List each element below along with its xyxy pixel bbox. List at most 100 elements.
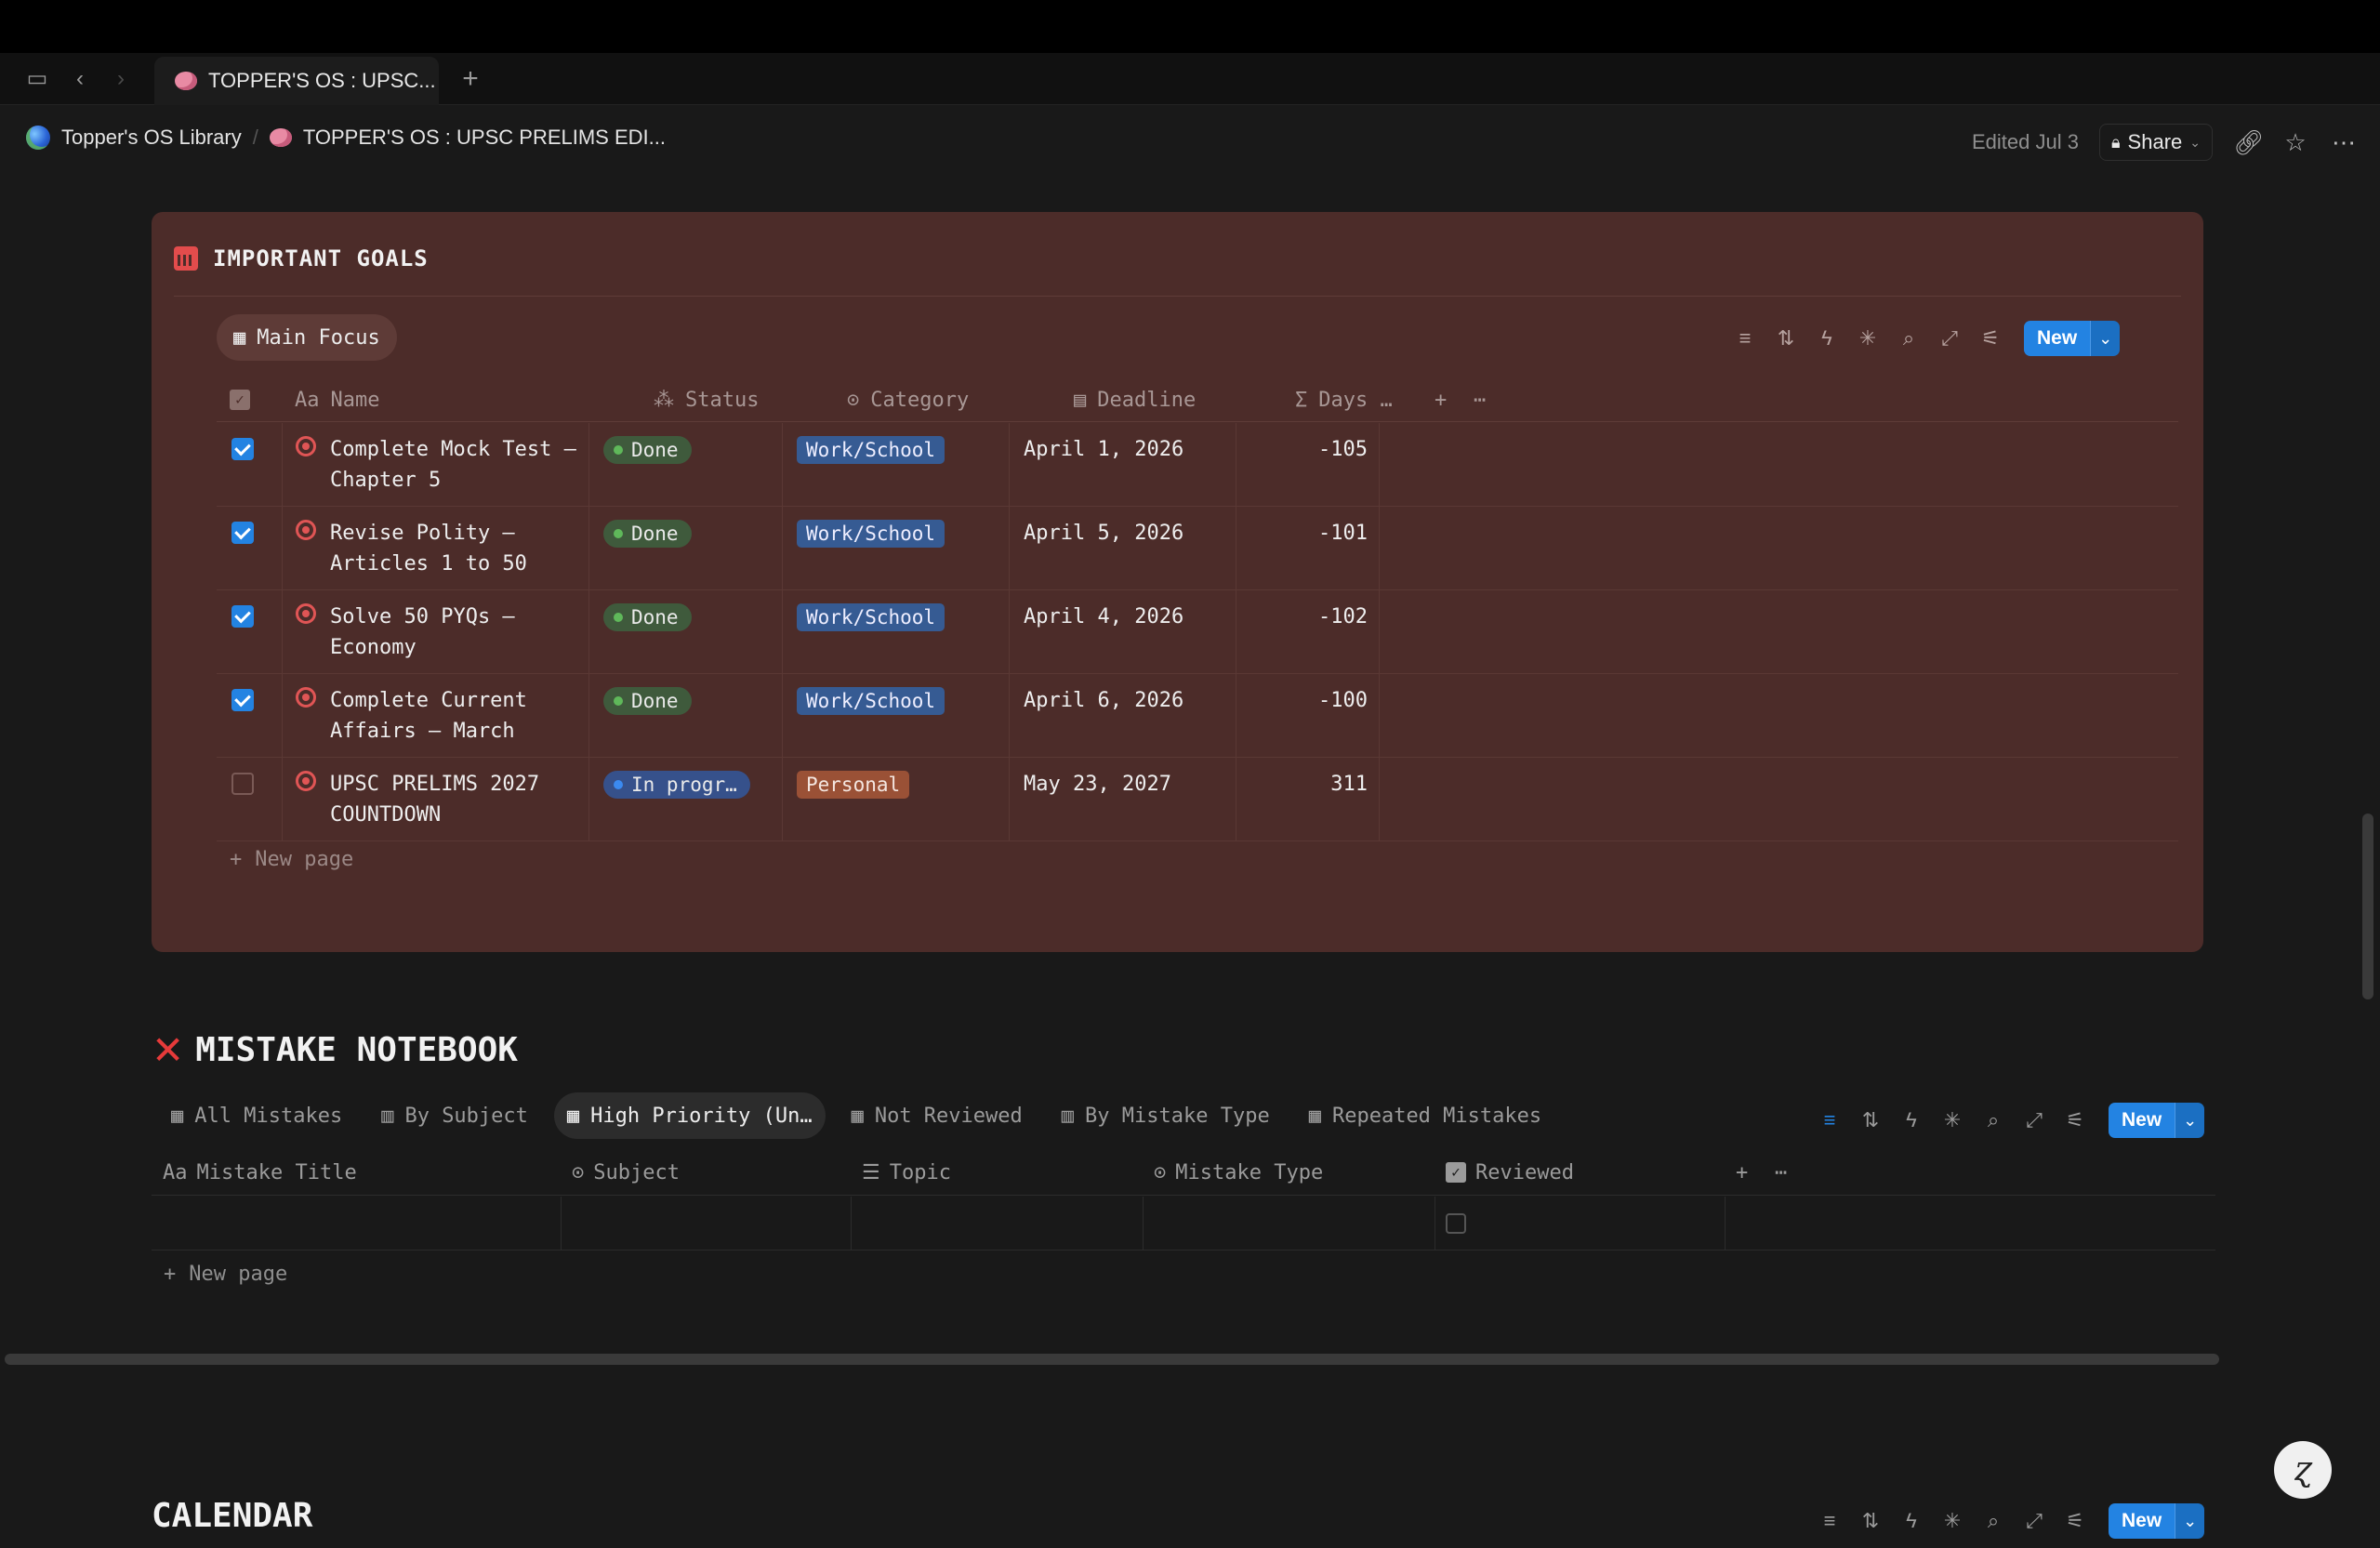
table-row[interactable]: Complete Mock Test — Chapter 5 Done Work/S… xyxy=(217,423,2178,507)
chevron-down-icon[interactable]: ⌄ xyxy=(2175,1503,2205,1539)
view-tab[interactable]: ▥ By Mistake Type xyxy=(1049,1092,1283,1139)
table-row[interactable] xyxy=(152,1197,2215,1250)
goal-name[interactable]: Complete Current Affairs — March xyxy=(330,685,600,747)
column-mistake-type[interactable]: ⊙ Mistake Type xyxy=(1154,1149,1323,1196)
sparkle-icon[interactable]: ✳ xyxy=(1939,1508,1965,1534)
add-column-icon[interactable]: + xyxy=(1736,1149,1748,1196)
goal-name[interactable]: UPSC PRELIMS 2027 COUNTDOWN xyxy=(330,769,600,830)
new-button[interactable]: New ⌄ xyxy=(2109,1103,2205,1138)
star-icon[interactable]: ☆ xyxy=(2281,128,2309,156)
chevron-down-icon[interactable]: ⌄ xyxy=(2175,1103,2205,1138)
filter-icon[interactable]: ≡ xyxy=(1817,1508,1843,1534)
row-checkbox[interactable] xyxy=(231,689,254,711)
column-topic[interactable]: ☰ Topic xyxy=(862,1149,951,1196)
sort-icon[interactable]: ⇅ xyxy=(1858,1508,1884,1534)
table-row[interactable]: UPSC PRELIMS 2027 COUNTDOWN In progr… Pers… xyxy=(217,758,2178,841)
category-cell[interactable]: Work/School xyxy=(782,590,1009,674)
view-tab[interactable]: ▦ Repeated Mistakes xyxy=(1296,1092,1554,1139)
add-column-icon[interactable]: + xyxy=(1435,377,1447,422)
category-cell[interactable]: Work/School xyxy=(782,507,1009,590)
category-cell[interactable]: Personal xyxy=(782,758,1009,841)
row-checkbox[interactable] xyxy=(231,773,254,795)
deadline-cell[interactable]: May 23, 2027 xyxy=(1009,758,1236,841)
table-row[interactable]: Complete Current Affairs — March Done Work… xyxy=(217,674,2178,758)
breadcrumb-page[interactable]: TOPPER'S OS : UPSC PRELIMS EDI... xyxy=(303,126,666,150)
row-checkbox[interactable] xyxy=(231,438,254,460)
cell-divider xyxy=(282,590,283,674)
search-icon[interactable]: ⌕ xyxy=(1980,1508,2006,1534)
column-reviewed[interactable]: ✓ Reviewed xyxy=(1446,1149,1574,1196)
deadline-cell[interactable]: April 6, 2026 xyxy=(1009,674,1236,758)
view-tab[interactable]: ▦ All Mistakes xyxy=(158,1092,355,1139)
view-tab-label: High Priority (Un… xyxy=(590,1104,813,1128)
settings-icon[interactable]: ⚟ xyxy=(2062,1107,2088,1133)
settings-icon[interactable]: ⚟ xyxy=(1977,325,2003,351)
back-icon[interactable]: ‹ xyxy=(67,66,93,92)
settings-icon[interactable]: ⚟ xyxy=(2062,1508,2088,1534)
search-icon[interactable]: ⌕ xyxy=(1896,325,1922,351)
more-icon[interactable]: ⋯ xyxy=(1775,1149,1787,1196)
column-mistake-title[interactable]: Aa Mistake Title xyxy=(163,1149,357,1196)
expand-icon[interactable]: ⤢ xyxy=(2021,1107,2047,1133)
status-cell[interactable]: Done xyxy=(588,507,782,590)
expand-icon[interactable]: ⤢ xyxy=(2021,1508,2047,1534)
reviewed-checkbox[interactable] xyxy=(1446,1213,1466,1234)
automation-icon[interactable]: ϟ xyxy=(1898,1107,1924,1133)
new-button[interactable]: New ⌄ xyxy=(2024,321,2121,356)
help-button[interactable]: ɀ xyxy=(2274,1441,2332,1499)
vertical-scrollbar[interactable] xyxy=(2362,814,2373,999)
table-row[interactable]: Solve 50 PYQs — Economy Done Work/School Ap… xyxy=(217,590,2178,674)
new-tab-button[interactable]: + xyxy=(457,65,483,93)
filter-icon[interactable]: ≡ xyxy=(1732,325,1758,351)
sparkle-icon[interactable]: ✳ xyxy=(1939,1107,1965,1133)
link-icon[interactable]: 🔗︎ xyxy=(2233,128,2264,156)
new-page-button[interactable]: + New page xyxy=(164,1263,287,1286)
view-tab[interactable]: ▦ Not Reviewed xyxy=(839,1092,1036,1139)
row-checkbox[interactable] xyxy=(231,522,254,544)
chevron-down-icon[interactable]: ⌄ xyxy=(2090,321,2121,356)
table-row[interactable]: Revise Polity — Articles 1 to 50 Done Work… xyxy=(217,507,2178,590)
select-all-checkbox[interactable]: ✓ xyxy=(230,377,250,422)
forward-icon[interactable]: › xyxy=(108,66,134,92)
column-days[interactable]: Σ Days … xyxy=(1295,377,1393,422)
tab-current[interactable]: TOPPER'S OS : UPSC... xyxy=(154,57,439,105)
filter-icon[interactable]: ≡ xyxy=(1817,1107,1843,1133)
expand-icon[interactable]: ⤢ xyxy=(1937,325,1963,351)
row-checkbox[interactable] xyxy=(231,605,254,628)
deadline-cell[interactable]: April 5, 2026 xyxy=(1009,507,1236,590)
goal-name[interactable]: Solve 50 PYQs — Economy xyxy=(330,602,600,663)
deadline-cell[interactable]: April 4, 2026 xyxy=(1009,590,1236,674)
search-icon[interactable]: ⌕ xyxy=(1980,1107,2006,1133)
deadline-cell[interactable]: April 1, 2026 xyxy=(1009,423,1236,507)
sort-icon[interactable]: ⇅ xyxy=(1773,325,1799,351)
status-cell[interactable]: Done xyxy=(588,590,782,674)
new-page-button[interactable]: + New page xyxy=(230,848,353,871)
goal-name[interactable]: Complete Mock Test — Chapter 5 xyxy=(330,434,600,496)
sparkle-icon[interactable]: ✳ xyxy=(1855,325,1881,351)
view-tab[interactable]: ▥ By Subject xyxy=(368,1092,541,1139)
share-button[interactable]: 🔒︎ Share ⌄ xyxy=(2098,124,2213,161)
new-button[interactable]: New ⌄ xyxy=(2109,1503,2205,1539)
more-icon[interactable]: ⋯ xyxy=(2330,128,2358,156)
category-cell[interactable]: Work/School xyxy=(782,423,1009,507)
sidebar-toggle-icon[interactable]: ▭ xyxy=(24,66,50,92)
horizontal-scrollbar[interactable] xyxy=(5,1354,2219,1365)
automation-icon[interactable]: ϟ xyxy=(1898,1508,1924,1534)
column-category[interactable]: ⊙ Category xyxy=(847,377,969,422)
breadcrumb-root[interactable]: Topper's OS Library xyxy=(61,126,242,150)
more-icon[interactable]: ⋯ xyxy=(1474,377,1486,422)
sort-icon[interactable]: ⇅ xyxy=(1858,1107,1884,1133)
automation-icon[interactable]: ϟ xyxy=(1814,325,1840,351)
status-cell[interactable]: In progr… xyxy=(588,758,782,841)
status-cell[interactable]: Done xyxy=(588,674,782,758)
column-name[interactable]: Aa Name xyxy=(295,377,379,422)
view-tab-main-focus[interactable]: ▦ Main Focus xyxy=(217,314,397,361)
view-tab[interactable]: ▦ High Priority (Un… xyxy=(553,1092,826,1139)
column-label: Mistake Title xyxy=(196,1160,357,1184)
column-deadline[interactable]: ▤ Deadline xyxy=(1074,377,1196,422)
column-subject[interactable]: ⊙ Subject xyxy=(572,1149,680,1196)
status-cell[interactable]: Done xyxy=(588,423,782,507)
goal-name[interactable]: Revise Polity — Articles 1 to 50 xyxy=(330,518,600,579)
category-cell[interactable]: Work/School xyxy=(782,674,1009,758)
column-status[interactable]: ⁂ Status xyxy=(654,377,759,422)
